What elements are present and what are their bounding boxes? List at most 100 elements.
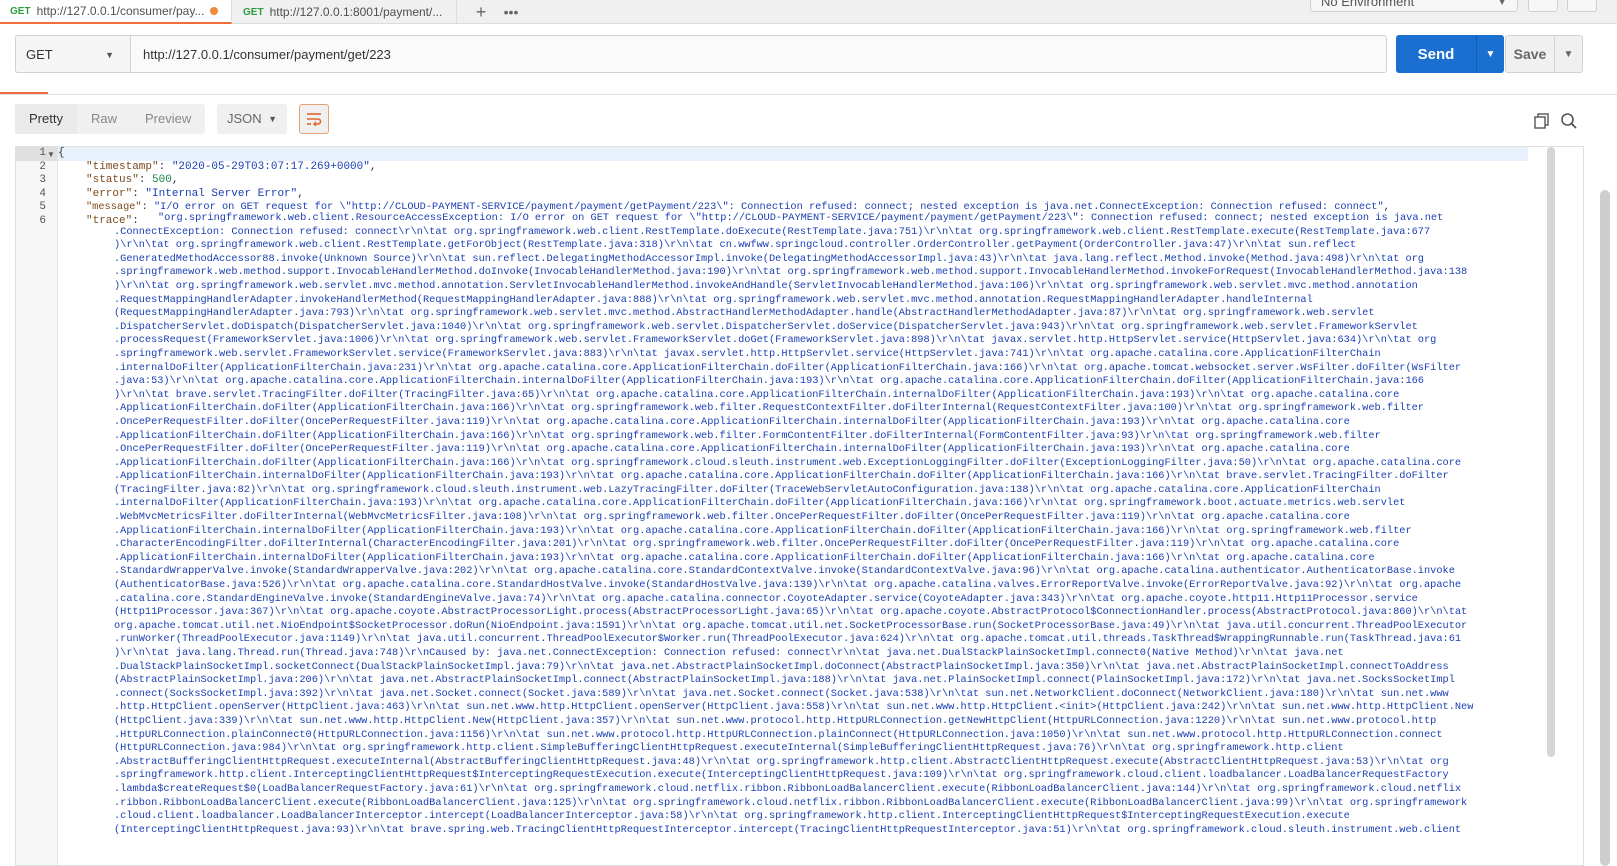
trace-line: (InterceptingClientHttpRequest.java:93)\… [114, 823, 1462, 836]
environment-quick-look-eye-icon[interactable] [1528, 0, 1558, 12]
tab-url: http://127.0.0.1:8001/payment/... [269, 5, 443, 19]
request-tab-payment[interactable]: GET http://127.0.0.1:8001/payment/... [233, 0, 457, 24]
tab-raw[interactable]: Raw [77, 104, 131, 134]
line-number: 3 [39, 174, 46, 187]
json-key: "status" [86, 174, 139, 187]
tab-method-badge: GET [10, 5, 31, 17]
trace-line: .StandardWrapperValve.invoke(StandardWra… [114, 565, 1455, 578]
trace-line: .internalDoFilter(ApplicationFilterChain… [114, 497, 1406, 510]
code-line-open-brace: { [58, 147, 1528, 161]
http-method-select[interactable]: GET ▼ [15, 35, 130, 73]
trace-line: (HttpClient.java:339)\r\n\tat sun.net.ww… [114, 714, 1437, 727]
environment-label: No Environment [1321, 0, 1415, 9]
unsaved-dot-icon [210, 7, 219, 15]
trace-line: "org.springframework.web.client.Resource… [158, 212, 1444, 224]
trace-line: .DualStackPlainSocketImpl.socketConnect(… [114, 660, 1449, 673]
request-tab-consumer[interactable]: GET http://127.0.0.1/consumer/pay... [0, 0, 232, 24]
tab-preview[interactable]: Preview [131, 104, 205, 134]
line-number-gutter: 1 ▼ 2 3 4 5 6 [16, 147, 58, 865]
page-vertical-scrollbar[interactable] [1600, 190, 1610, 866]
trace-line: .http.HttpClient.openServer(HttpClient.j… [114, 701, 1474, 714]
response-format-value: JSON [227, 111, 262, 126]
json-key: "error" [86, 187, 133, 200]
line-number: 2 [39, 160, 46, 173]
code-line-timestamp: "timestamp": "2020-05-29T03:07:17.269+00… [86, 160, 377, 173]
trace-line: .connect(SocksSocketImpl.java:392)\r\n\t… [114, 687, 1449, 700]
response-format-select[interactable]: JSON ▼ [217, 104, 287, 134]
trace-line: .OncePerRequestFilter.doFilter(OncePerRe… [114, 443, 1350, 456]
fold-caret-icon[interactable]: ▼ [47, 150, 55, 159]
tab-method-badge: GET [243, 6, 264, 18]
trace-line: .RequestMappingHandlerAdapter.invokeHand… [114, 293, 1313, 306]
postman-app: GET http://127.0.0.1/consumer/pay... GET… [0, 0, 1617, 866]
trace-line: )\r\n\tat org.springframework.web.servle… [114, 279, 1418, 292]
code-line-error: "error": "Internal Server Error", [86, 187, 304, 200]
request-url-bar: GET ▼ http://127.0.0.1/consumer/payment/… [0, 25, 1617, 93]
code-line-status: "status": 500, [86, 174, 179, 187]
save-options-chevron-down-icon[interactable]: ▼ [1555, 35, 1583, 73]
trace-line: .ApplicationFilterChain.internalDoFilter… [114, 551, 1375, 564]
trace-line: .ApplicationFilterChain.doFilter(Applica… [114, 456, 1462, 469]
json-string-value: "2020-05-29T03:07:17.269+0000" [171, 160, 370, 173]
request-tab-bar: GET http://127.0.0.1/consumer/pay... GET… [0, 0, 1617, 24]
wrap-lines-button[interactable] [299, 104, 329, 134]
trace-line: org.apache.tomcat.util.net.NioEndpoint$S… [114, 619, 1468, 632]
tab-pretty[interactable]: Pretty [15, 104, 77, 134]
trace-line: .ApplicationFilterChain.internalDoFilter… [114, 524, 1412, 537]
json-number-value: 500 [152, 174, 172, 187]
manage-environments-gear-icon[interactable] [1567, 0, 1597, 12]
trace-line: .runWorker(ThreadPoolExecutor.java:1149)… [114, 633, 1462, 646]
trace-line: )\r\n\tat brave.servlet.TracingFilter.do… [114, 388, 1400, 401]
trace-line: (TracingFilter.java:82)\r\n\tat org.spri… [114, 483, 1381, 496]
environment-select[interactable]: No Environment ▼ [1310, 0, 1518, 12]
json-key: "timestamp" [86, 160, 159, 173]
response-body-editor[interactable]: 1 ▼ 2 3 4 5 6 { "timestamp": "2020-05-29… [15, 146, 1584, 866]
chevron-down-icon: ▼ [268, 114, 277, 124]
wrap-lines-icon [307, 113, 322, 126]
trace-line: .springframework.web.servlet.FrameworkSe… [114, 347, 1381, 360]
trace-line: .springframework.web.method.support.Invo… [114, 266, 1468, 279]
trace-line: .WebMvcMetricsFilter.doFilterInternal(We… [114, 511, 1350, 524]
trace-line: (RequestMappingHandlerAdapter.java:793)\… [114, 307, 1375, 320]
trace-line: .processRequest(FrameworkServlet.java:10… [114, 334, 1437, 347]
trace-line: .ribbon.RibbonLoadBalancerClient.execute… [114, 796, 1468, 809]
trace-line: .cloud.client.loadbalancer.LoadBalancerI… [114, 810, 1350, 823]
line-number: 4 [39, 187, 46, 200]
copy-icon[interactable] [1534, 113, 1550, 129]
section-divider [0, 94, 1617, 95]
tab-url: http://127.0.0.1/consumer/pay... [36, 4, 205, 18]
trace-line: .OncePerRequestFilter.doFilter(OncePerRe… [114, 415, 1350, 428]
trace-line: .HttpURLConnection.plainConnect0(HttpURL… [114, 728, 1443, 741]
add-tab-plus-icon[interactable]: + [466, 0, 496, 24]
send-options-chevron-down-icon[interactable]: ▼ [1476, 35, 1504, 73]
line-number: 5 [39, 201, 46, 214]
trace-line: (AuthenticatorBase.java:526)\r\n\tat org… [114, 579, 1462, 592]
trace-line: .CharacterEncodingFilter.doFilterInterna… [114, 538, 1400, 551]
http-method-value: GET [26, 47, 53, 62]
trace-line: .ApplicationFilterChain.internalDoFilter… [114, 470, 1449, 483]
send-button[interactable]: Send [1396, 35, 1476, 73]
editor-vertical-scrollbar[interactable] [1547, 147, 1555, 757]
response-view-tabs: Pretty Raw Preview [15, 104, 206, 134]
response-toolbar: Pretty Raw Preview JSON ▼ [0, 96, 1617, 144]
trace-line: .ApplicationFilterChain.doFilter(Applica… [114, 429, 1381, 442]
save-button[interactable]: Save [1505, 35, 1555, 73]
trace-line: (AbstractPlainSocketImpl.java:206)\r\n\t… [114, 674, 1455, 687]
chevron-down-icon: ▼ [1497, 0, 1507, 8]
trace-value-block: "org.springframework.web.client.Resource… [98, 212, 1558, 838]
chevron-down-icon: ▼ [105, 50, 114, 60]
trace-line: .springframework.http.client.Interceptin… [114, 769, 1449, 782]
open-brace: { [58, 147, 65, 159]
trace-line: .AbstractBufferingClientHttpRequest.exec… [114, 755, 1449, 768]
trace-line: )\r\n\tat org.springframework.web.client… [114, 239, 1357, 252]
trace-line: (HttpURLConnection.java:984)\r\n\tat org… [114, 742, 1344, 755]
request-url-input[interactable]: http://127.0.0.1/consumer/payment/get/22… [130, 35, 1387, 73]
more-tabs-ellipsis-icon[interactable]: ••• [496, 0, 526, 24]
trace-line: .ApplicationFilterChain.doFilter(Applica… [114, 402, 1424, 415]
trace-line: .lambda$createRequest$0(LoadBalancerRequ… [114, 782, 1462, 795]
trace-line: (Http11Processor.java:367)\r\n\tat org.a… [114, 606, 1468, 619]
trace-line: .internalDoFilter(ApplicationFilterChain… [114, 361, 1462, 374]
trace-line: .catalina.core.StandardEngineValve.invok… [114, 592, 1418, 605]
search-icon[interactable] [1560, 112, 1578, 130]
json-string-value: "Internal Server Error" [145, 187, 298, 200]
